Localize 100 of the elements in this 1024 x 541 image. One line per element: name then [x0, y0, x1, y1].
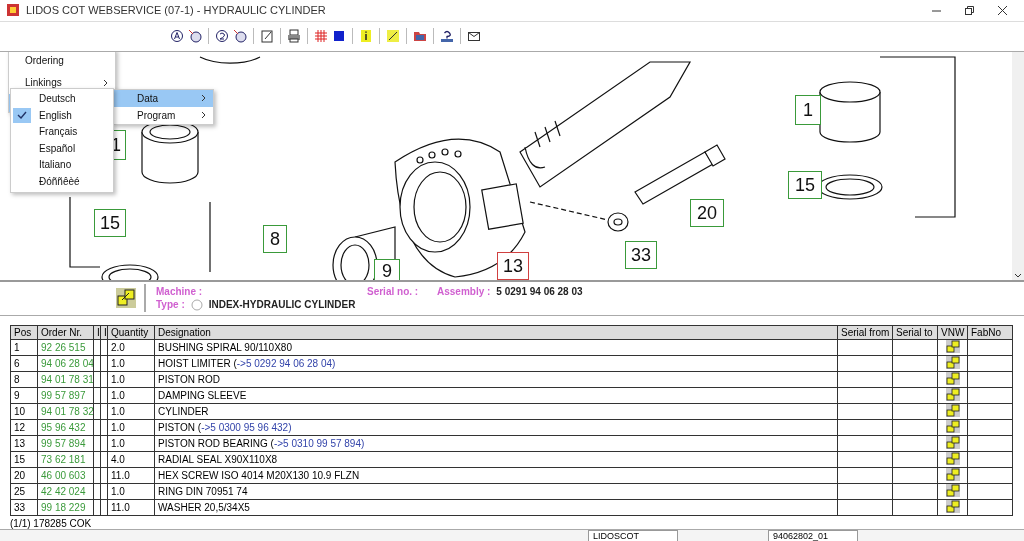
assembly-label: Assembly :	[437, 285, 491, 297]
radio-icon[interactable]	[190, 298, 203, 311]
designation-text: HOIST LIMITER (	[158, 357, 237, 369]
column-header: I	[100, 325, 108, 340]
table-cell: CYLINDER	[154, 403, 838, 420]
status-field: 94062802_01	[768, 529, 858, 541]
close-icon[interactable]	[997, 4, 1008, 16]
table-cell: 1.0	[107, 435, 155, 452]
table-cell: 15	[10, 451, 38, 468]
ring-drawing	[199, 56, 261, 64]
zoom-two-icon[interactable]	[215, 29, 229, 44]
order-number-link[interactable]: 46 00 603	[37, 467, 94, 484]
table-cell: DAMPING SLEEVE	[154, 387, 838, 404]
table-cell: 11.0	[107, 467, 155, 484]
part-number-label: 20	[690, 198, 724, 227]
table-cell: 1.0	[107, 371, 155, 388]
order-number-link[interactable]: 92 26 515	[37, 339, 94, 356]
table-cell: 1.0	[107, 403, 155, 420]
column-header: Pos	[10, 325, 38, 340]
serial-label: Serial no. :	[367, 285, 420, 297]
order-number-link[interactable]: 94 01 78 32	[37, 403, 94, 420]
assembly-icon[interactable]	[945, 340, 960, 353]
assembly-icon[interactable]	[945, 436, 960, 449]
order-number-link[interactable]: 94 01 78 31	[37, 371, 94, 388]
table-cell: 8	[10, 371, 38, 388]
scroll-down-icon[interactable]	[1014, 271, 1022, 280]
table-cell: RING DIN 70951 74	[154, 483, 838, 500]
table-cell: 25	[10, 483, 38, 500]
table-cell: 1.0	[107, 419, 155, 436]
help-icon[interactable]	[440, 29, 454, 44]
leader-line	[69, 196, 101, 268]
column-header: VNW	[937, 325, 968, 340]
machine-label: Machine :	[156, 285, 204, 297]
chevron-icon	[103, 78, 109, 87]
assembly-icon[interactable]	[945, 388, 960, 401]
window-title: LIDOS COT WEBSERVICE (07-1) - HYDRAULIC CYLINDER	[26, 4, 327, 17]
assembly-icon[interactable]	[945, 356, 960, 369]
part-number-label: 33	[625, 240, 657, 269]
table-cell: 1	[10, 339, 38, 356]
table-cell: 12	[10, 419, 38, 436]
table-cell: 2.0	[107, 339, 155, 356]
assembly-icon[interactable]	[945, 420, 960, 433]
menu-item[interactable]: Data	[113, 89, 213, 107]
column-header: Serial from	[837, 325, 893, 340]
result-count: (1/1) 178285 COK	[10, 517, 93, 529]
assembly-icon[interactable]	[945, 468, 960, 481]
assembly-icon[interactable]	[945, 452, 960, 465]
table-cell: 10	[10, 403, 38, 420]
designation-text: PISTON (	[158, 421, 202, 433]
assembly-icon[interactable]	[945, 372, 960, 385]
printer-icon[interactable]	[287, 29, 301, 44]
leader-line	[209, 201, 211, 273]
zoom-a-icon[interactable]	[170, 29, 184, 44]
table-cell: HEX SCREW ISO 4014 M20X130 10.9 FLZN	[154, 467, 838, 484]
table-cell: RADIAL SEAL X90X110X8	[154, 451, 838, 468]
bushing-drawing	[819, 81, 881, 143]
part-number-label: 8	[263, 224, 287, 253]
part-number-label: 15	[788, 170, 822, 199]
part-number-label: 9	[374, 258, 400, 280]
grid-icon[interactable]	[314, 29, 328, 44]
square-icon[interactable]	[332, 29, 346, 44]
assembly-icon[interactable]	[945, 500, 960, 513]
designation-text: PISTON ROD BEARING (	[158, 437, 274, 449]
info-icon[interactable]	[359, 29, 373, 44]
menu-item[interactable]: Program	[113, 106, 213, 124]
order-number-link[interactable]: 95 96 432	[37, 419, 94, 436]
table-cell: WASHER 20,5/34X5	[154, 499, 838, 516]
column-header: Serial to	[892, 325, 938, 340]
assembly-icon[interactable]	[945, 404, 960, 417]
table-cell: 13	[10, 435, 38, 452]
assembly-number: 5 0291 94 06 28 03	[496, 285, 583, 297]
column-header: FabNo	[967, 325, 1013, 340]
part-number-label: 13	[497, 251, 529, 280]
table-cell: 1.0	[107, 483, 155, 500]
menu-item[interactable]: Ordering	[9, 51, 115, 72]
table-cell: PISTON ROD	[154, 371, 838, 388]
menu-item[interactable]: Ðóññêèé	[11, 173, 113, 190]
order-number-link[interactable]: 99 57 897	[37, 387, 94, 404]
restore-icon[interactable]	[964, 4, 975, 16]
seal-ring-drawing	[101, 264, 159, 280]
washer-drawing	[607, 212, 629, 232]
part-number-label: 15	[94, 208, 126, 237]
app-icon	[6, 3, 20, 18]
assembly-icon[interactable]	[945, 484, 960, 497]
order-number-link[interactable]: 99 18 229	[37, 499, 94, 516]
assembly-icon[interactable]	[116, 288, 136, 309]
table-cell: 33	[10, 499, 38, 516]
type-value: INDEX-HYDRAULIC CYLINDER	[208, 299, 356, 311]
table-cell: 9	[10, 387, 38, 404]
column-header: I	[93, 325, 101, 340]
envelope-icon[interactable]	[467, 29, 481, 44]
column-header: Quantity	[107, 325, 155, 340]
table-cell: 11.0	[107, 499, 155, 516]
edit-icon[interactable]	[260, 29, 274, 44]
order-number-link[interactable]: 42 42 024	[37, 483, 94, 500]
table-cell: 1.0	[107, 387, 155, 404]
menu-item[interactable]: English	[11, 107, 113, 124]
order-number-link[interactable]: 73 62 181	[37, 451, 94, 468]
reference-link[interactable]: ->5 0300 95 96 432)	[201, 421, 292, 433]
order-number-link[interactable]: 99 57 894	[37, 435, 94, 452]
